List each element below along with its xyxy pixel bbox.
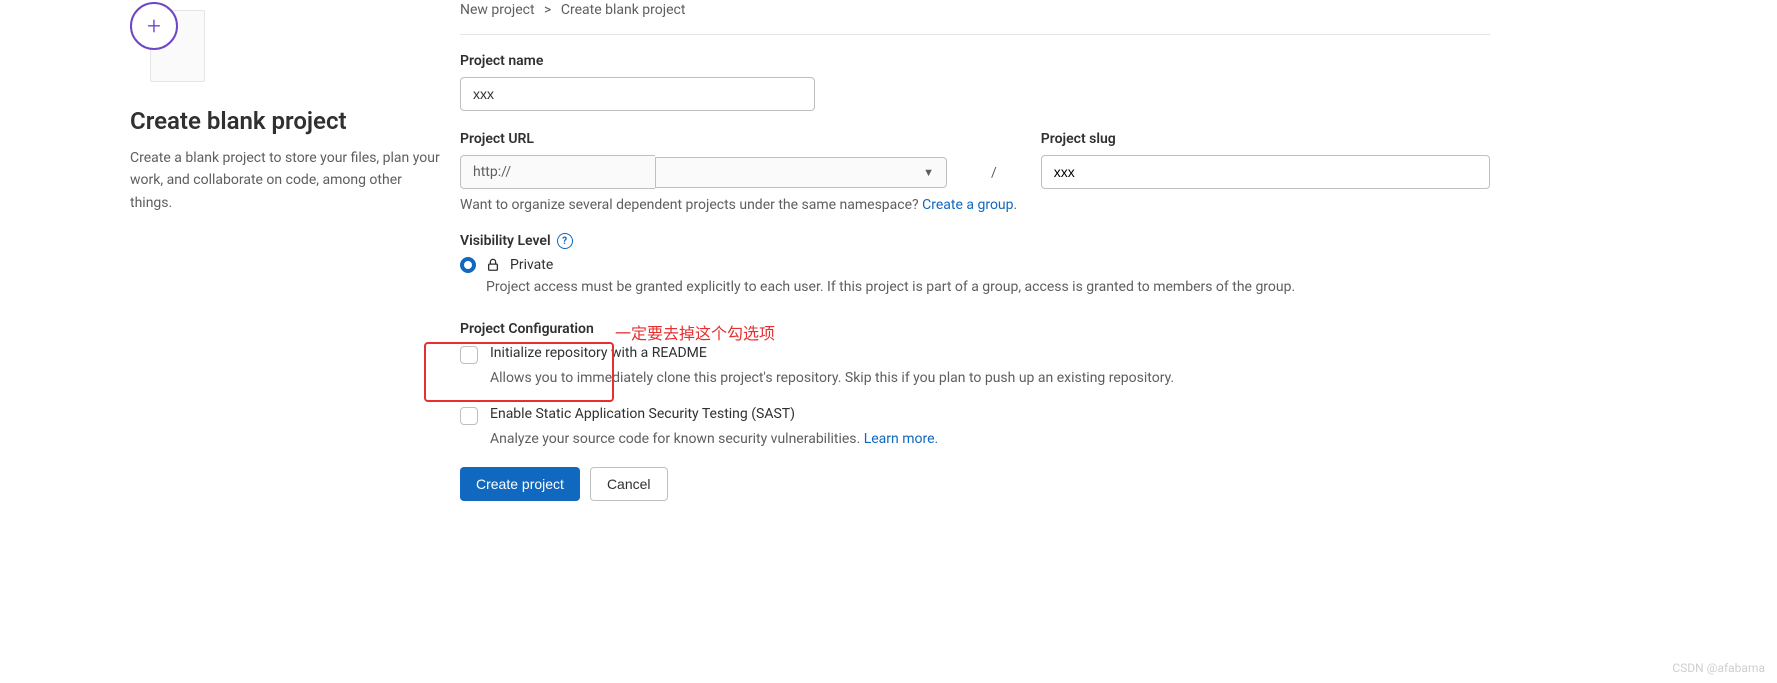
project-name-input[interactable]: [460, 77, 815, 111]
breadcrumb-current: Create blank project: [561, 2, 686, 18]
namespace-select[interactable]: ▼: [655, 157, 947, 188]
breadcrumb-separator: >: [544, 2, 551, 18]
page-title: Create blank project: [130, 107, 440, 135]
create-project-button[interactable]: Create project: [460, 467, 580, 501]
project-slug-label: Project slug: [1041, 131, 1490, 147]
sidebar: + Create blank project Create a blank pr…: [130, 2, 460, 501]
cancel-button[interactable]: Cancel: [590, 467, 668, 501]
breadcrumb: New project > Create blank project: [460, 2, 1490, 35]
watermark: CSDN @afabama: [1672, 661, 1765, 675]
readme-checkbox[interactable]: [460, 346, 478, 364]
create-project-icon: +: [130, 2, 220, 87]
visibility-private-radio[interactable]: [460, 257, 476, 273]
sast-learn-more-link[interactable]: Learn more.: [864, 431, 939, 447]
visibility-private-desc: Project access must be granted explicitl…: [486, 279, 1490, 295]
project-url-label: Project URL: [460, 131, 947, 147]
sast-label: Enable Static Application Security Testi…: [490, 406, 795, 422]
url-separator: /: [977, 165, 1011, 189]
help-icon[interactable]: ?: [557, 233, 573, 249]
plus-icon: +: [130, 2, 178, 50]
page-description: Create a blank project to store your fil…: [130, 147, 440, 214]
readme-label: Initialize repository with a README: [490, 345, 707, 361]
sast-checkbox[interactable]: [460, 407, 478, 425]
readme-desc: Allows you to immediately clone this pro…: [490, 370, 1490, 386]
visibility-label: Visibility Level ?: [460, 233, 1490, 249]
breadcrumb-parent[interactable]: New project: [460, 2, 535, 18]
config-label: Project Configuration: [460, 321, 1490, 337]
lock-icon: [486, 258, 500, 272]
main-form: New project > Create blank project Proje…: [460, 2, 1490, 501]
chevron-down-icon: ▼: [923, 166, 934, 179]
project-slug-input[interactable]: [1041, 155, 1490, 189]
url-prefix: http://: [460, 155, 655, 189]
project-name-label: Project name: [460, 53, 1490, 69]
create-group-link[interactable]: Create a group: [922, 197, 1013, 213]
visibility-private-label: Private: [510, 257, 553, 273]
sast-desc: Analyze your source code for known secur…: [490, 431, 1490, 447]
namespace-helper: Want to organize several dependent proje…: [460, 197, 1490, 213]
